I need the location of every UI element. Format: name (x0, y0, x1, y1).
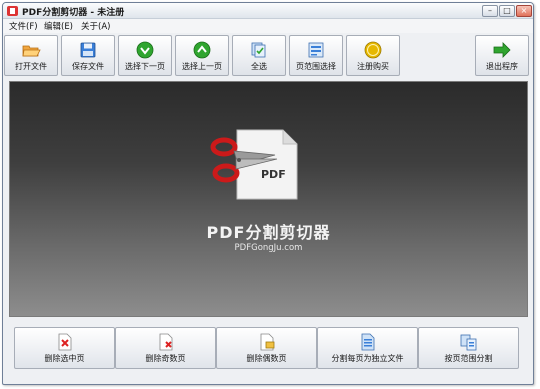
split-each-page-button[interactable]: 分割每页为独立文件 (317, 327, 418, 369)
delete-selected-pages-button[interactable]: 删除选中页 (14, 327, 115, 369)
pdf-doc-label: PDF (261, 168, 286, 181)
delete-selected-label: 删除选中页 (44, 354, 85, 363)
menu-bar: 文件(F) 编辑(E) 关于(A) (3, 19, 533, 33)
app-window: PDF分割剪切器 - 未注册 – □ × 文件(F) 编辑(E) 关于(A) 打… (2, 2, 534, 385)
maximize-button[interactable]: □ (499, 5, 515, 17)
page-range-icon (308, 42, 324, 58)
open-file-button[interactable]: 打开文件 (4, 35, 58, 76)
page-range-label: 页范围选择 (296, 62, 336, 71)
gold-coin-icon (364, 41, 382, 59)
action-bar: 删除选中页 删除奇数页 删除偶数页 分割每页为独立文件 按页范围分割 (3, 323, 533, 375)
minimize-button[interactable]: – (482, 5, 498, 17)
delete-even-pages-button[interactable]: 删除偶数页 (216, 327, 317, 369)
select-prev-label: 选择上一页 (182, 62, 222, 71)
page-range-button[interactable]: 页范围选择 (289, 35, 343, 76)
delete-odd-pages-icon (159, 333, 172, 351)
delete-even-pages-icon (260, 333, 274, 351)
delete-odd-label: 删除奇数页 (145, 354, 186, 363)
menu-file[interactable]: 文件(F) (7, 20, 40, 32)
app-icon (7, 6, 18, 16)
pages-stack-icon (251, 42, 266, 58)
document-canvas[interactable]: PDF PDF分割剪切器 PDFGongJu.com (9, 81, 528, 317)
register-buy-label: 注册购买 (357, 62, 389, 71)
save-file-button[interactable]: 保存文件 (61, 35, 115, 76)
save-file-label: 保存文件 (72, 62, 104, 71)
close-button[interactable]: × (516, 5, 532, 17)
select-prev-page-button[interactable]: 选择上一页 (175, 35, 229, 76)
green-right-arrow-icon (493, 42, 511, 58)
split-by-range-button[interactable]: 按页范围分割 (418, 327, 519, 369)
folder-open-icon (22, 45, 41, 57)
window-title: PDF分割剪切器 - 未注册 (22, 8, 125, 18)
open-file-label: 打开文件 (15, 62, 47, 71)
menu-about[interactable]: 关于(A) (79, 20, 112, 32)
delete-even-label: 删除偶数页 (246, 354, 287, 363)
select-all-button[interactable]: 全选 (232, 35, 286, 76)
register-buy-button[interactable]: 注册购买 (346, 35, 400, 76)
floppy-disk-icon (80, 42, 96, 58)
green-up-arrow-icon (193, 41, 211, 59)
select-next-page-button[interactable]: 选择下一页 (118, 35, 172, 76)
menu-edit[interactable]: 编辑(E) (42, 20, 75, 32)
delete-odd-pages-button[interactable]: 删除奇数页 (115, 327, 216, 369)
exit-program-button[interactable]: 退出程序 (475, 35, 529, 76)
split-range-label: 按页范围分割 (444, 354, 493, 363)
green-down-arrow-icon (136, 41, 154, 59)
split-each-label: 分割每页为独立文件 (331, 354, 404, 363)
delete-page-icon (58, 333, 71, 351)
select-next-label: 选择下一页 (125, 62, 165, 71)
split-pages-icon (361, 333, 374, 351)
exit-program-label: 退出程序 (486, 62, 518, 71)
app-url: PDFGongJu.com (234, 243, 303, 253)
toolbar: 打开文件 保存文件 选择下一页 选择上一页 全选 页范围选择 注册购买 退出程序 (3, 33, 533, 79)
title-bar: PDF分割剪切器 - 未注册 – □ × (3, 3, 533, 19)
split-range-icon (460, 334, 476, 351)
app-name: PDF分割剪切器 (206, 223, 331, 242)
select-all-label: 全选 (251, 62, 267, 71)
pdf-scissors-logo-icon: PDF (210, 129, 298, 200)
